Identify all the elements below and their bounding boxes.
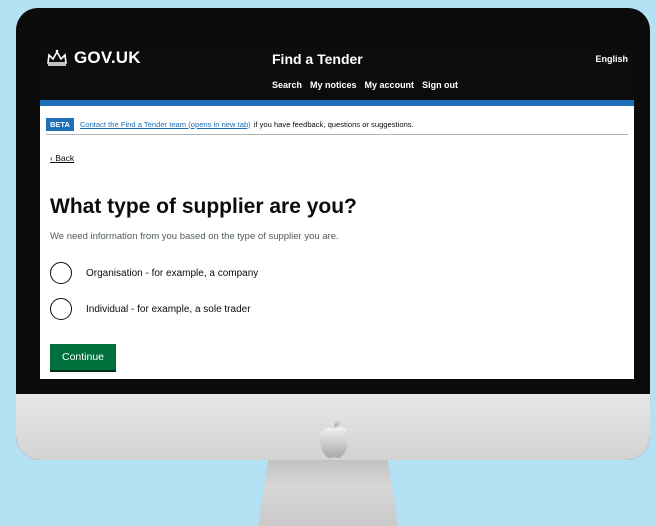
crown-icon [47,49,67,66]
phase-banner: BETA Contact the Find a Tender team (ope… [46,114,628,135]
apple-icon [320,418,348,458]
feedback-link[interactable]: Contact the Find a Tender team (opens in… [80,120,251,129]
nav-sign-out[interactable]: Sign out [422,80,458,90]
radio-organisation[interactable]: Organisation - for example, a company [50,262,258,284]
service-name[interactable]: Find a Tender [272,51,363,67]
language-toggle[interactable]: English [595,54,628,64]
radio-individual[interactable]: Individual - for example, a sole trader [50,298,251,320]
monitor: GOV.UK Find a Tender Search My notices M… [16,8,650,460]
back-link-label: Back [55,153,75,163]
continue-button[interactable]: Continue [50,344,116,370]
hint-text: We need information from you based on th… [50,231,339,242]
monitor-stand [258,455,398,526]
back-link[interactable]: ‹ Back [50,153,74,163]
radio-label-organisation[interactable]: Organisation - for example, a company [86,268,258,279]
browser-screen: GOV.UK Find a Tender Search My notices M… [40,42,634,379]
radio-label-individual[interactable]: Individual - for example, a sole trader [86,304,251,315]
nav-my-account[interactable]: My account [365,80,415,90]
nav-search[interactable]: Search [272,80,302,90]
radio-circle-organisation[interactable] [50,262,72,284]
gov-header: GOV.UK Find a Tender Search My notices M… [40,42,634,100]
phase-banner-text: if you have feedback, questions or sugge… [253,119,414,129]
radio-circle-individual[interactable] [50,298,72,320]
chevron-left-icon: ‹ [50,153,53,163]
nav-my-notices[interactable]: My notices [310,80,357,90]
govuk-logo-link[interactable]: GOV.UK [46,48,141,68]
logo-text: GOV.UK [74,48,141,67]
header-blue-bar [40,100,634,106]
header-nav: Search My notices My account Sign out [272,80,458,90]
page-title: What type of supplier are you? [50,195,357,218]
beta-tag: BETA [46,117,74,131]
